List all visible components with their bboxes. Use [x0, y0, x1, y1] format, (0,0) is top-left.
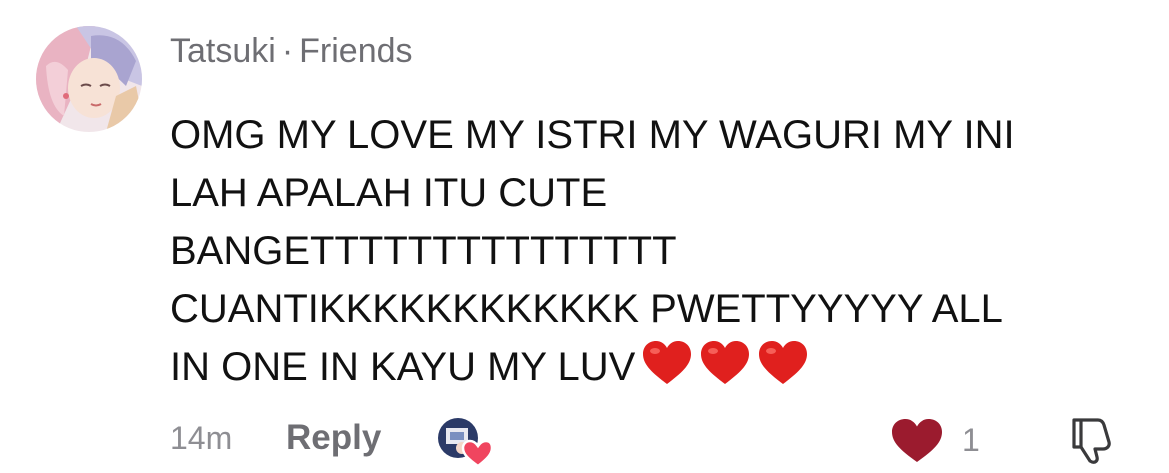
comment-header: Tatsuki · Friends: [170, 30, 1130, 72]
comment-line: CUANTIKKKKKKKKKKKK PWETTYYYYY ALL: [170, 287, 1003, 331]
comment-text: OMG MY LOVE MY ISTRI MY WAGURI MY INI LA…: [170, 106, 1130, 396]
heart-icon[interactable]: [890, 418, 944, 464]
creator-liked-avatar: [436, 416, 494, 468]
author-name[interactable]: Tatsuki: [170, 32, 276, 70]
comment-line: IN ONE IN KAYU MY LUV: [170, 345, 636, 389]
like-count: 1: [962, 422, 980, 458]
red-heart-emoji: [643, 341, 692, 384]
comment-footer: 14m Reply 1: [170, 412, 1133, 468]
red-heart-emoji: [759, 341, 808, 384]
thumbs-down-icon[interactable]: [1066, 414, 1116, 464]
comment-last-line: IN ONE IN KAYU MY LUV: [170, 338, 1130, 396]
comment-line: OMG MY LOVE MY ISTRI MY WAGURI MY INI: [170, 113, 1015, 157]
relationship-label: Friends: [299, 32, 413, 70]
timestamp: 14m: [170, 420, 233, 456]
avatar[interactable]: [36, 26, 142, 132]
comment-line: BANGETTTTTTTTTTTTTTT: [170, 229, 677, 273]
reply-button[interactable]: Reply: [286, 418, 381, 458]
comment-line: LAH APALAH ITU CUTE: [170, 171, 608, 215]
red-heart-emoji: [701, 341, 750, 384]
separator-dot: ·: [281, 32, 294, 70]
